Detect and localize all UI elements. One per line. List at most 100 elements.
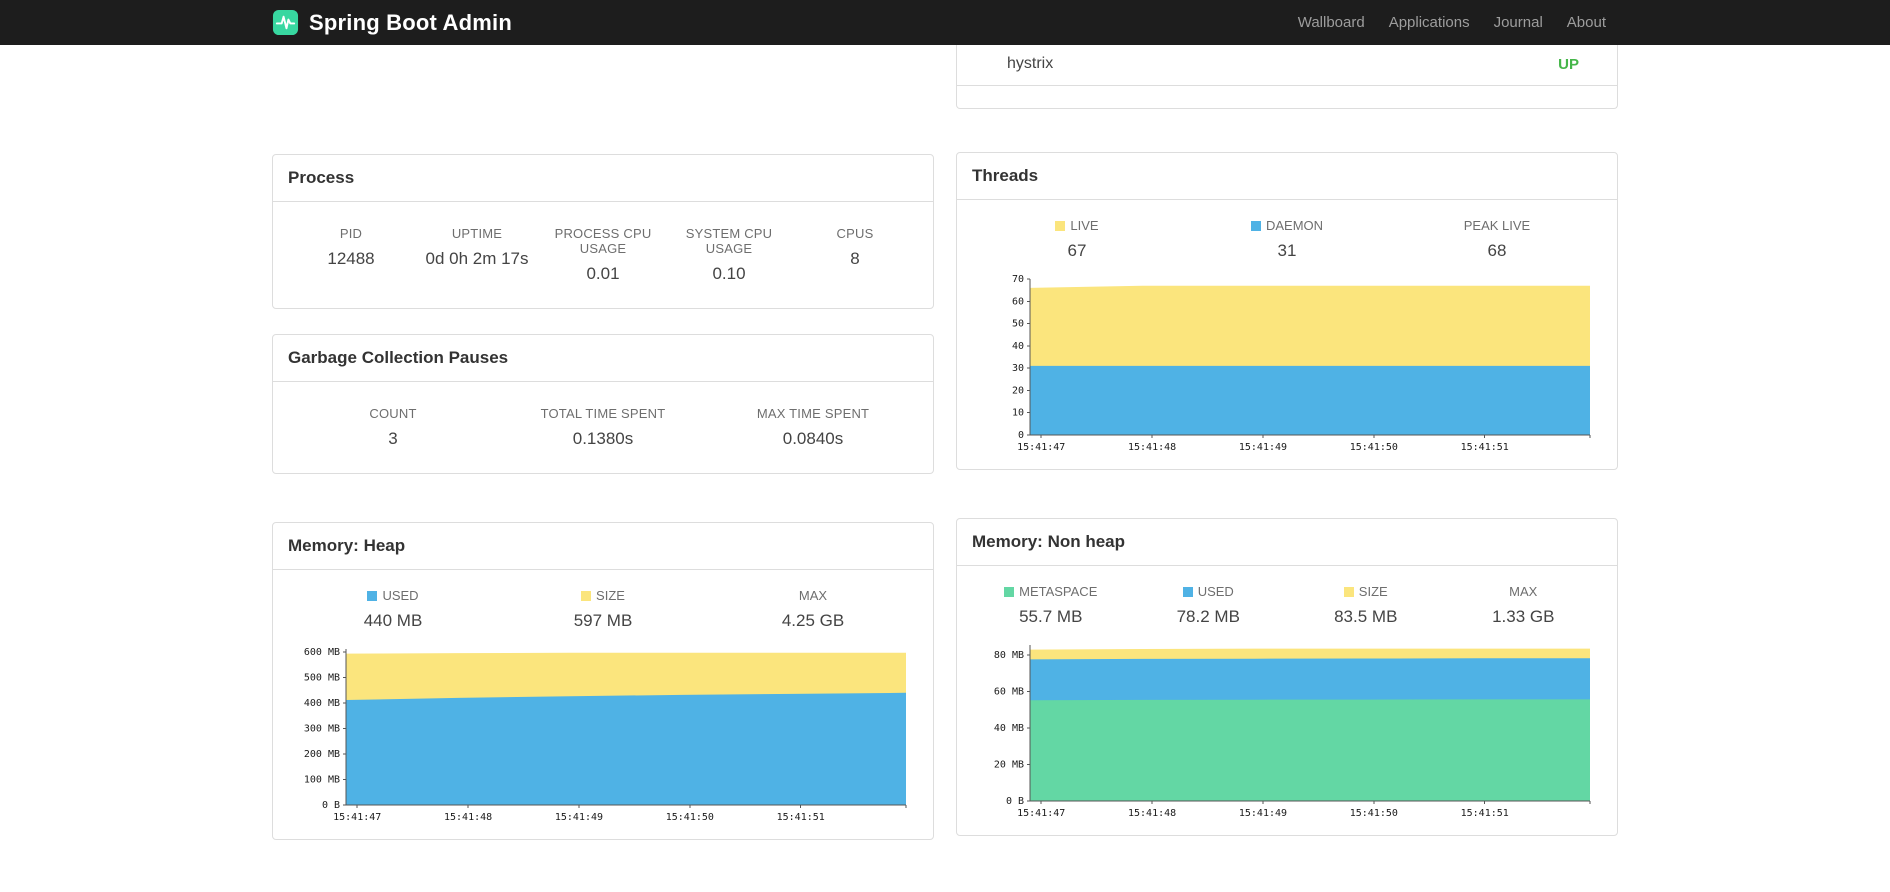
chart-y-tick-label: 0 B	[1006, 796, 1024, 807]
legend-value: 67	[1067, 241, 1087, 260]
nav-link-applications[interactable]: Applications	[1377, 14, 1482, 31]
chart-x-tick-label: 15:41:51	[1461, 808, 1509, 819]
legend-swatch-icon	[1055, 221, 1066, 231]
chart-y-tick-label: 40	[1012, 341, 1024, 352]
legend-used: USED 440 MB	[288, 588, 498, 631]
memory-nonheap-panel: Memory: Non heap METASPACE 55.7 MB USED 78.…	[956, 518, 1618, 836]
nav-link-wallboard[interactable]: Wallboard	[1286, 14, 1377, 31]
process-panel-title: Process	[273, 155, 933, 202]
stat-label: TOTAL TIME SPENT	[540, 406, 666, 421]
stat-uptime: UPTIME 0d 0h 2m 17s	[414, 226, 540, 284]
chart-x-tick-label: 15:41:47	[1017, 442, 1065, 453]
chart-y-tick-label: 60	[1012, 296, 1024, 307]
legend-swatch-icon	[367, 591, 378, 601]
chart-x-tick-label: 15:41:47	[1017, 808, 1065, 819]
chart-x-tick-label: 15:41:51	[1461, 442, 1509, 453]
gc-stats: COUNT 3 TOTAL TIME SPENT 0.1380s MAX TIME SP…	[273, 382, 933, 473]
legend-label: MAX	[1509, 584, 1538, 599]
chart-x-tick-label: 15:41:50	[1350, 808, 1398, 819]
legend-value: 31	[1277, 241, 1297, 260]
stat-label: PID	[339, 226, 363, 241]
memory-heap-legend: USED 440 MB SIZE 597 MB MAX 4.25 GB	[288, 588, 918, 631]
stat-cpus: CPUS 8	[792, 226, 918, 284]
chart-y-tick-label: 0 B	[322, 800, 340, 811]
gc-pauses-panel: Garbage Collection Pauses COUNT 3 TOTAL TI…	[272, 334, 934, 474]
navbar: Spring Boot Admin Wallboard Applications J…	[0, 0, 1890, 45]
stat-label: UPTIME	[451, 226, 503, 241]
threads-body: LIVE 67 DAEMON 31 PEAK LIVE 68 0 10 20 30 40 50 60 7…	[957, 200, 1617, 469]
stat-label: MAX TIME SPENT	[756, 406, 870, 421]
health-item-name: hystrix	[1007, 55, 1054, 72]
chart-y-tick-label: 100 MB	[304, 775, 340, 786]
chart-area-metaspace	[1030, 699, 1590, 801]
stat-value: 0d 0h 2m 17s	[425, 249, 529, 268]
legend-value: 78.2 MB	[1176, 607, 1240, 626]
navbar-inner: Spring Boot Admin Wallboard Applications J…	[257, 0, 1633, 45]
stat-label: COUNT	[369, 406, 417, 421]
stat-value: 12488	[327, 249, 375, 268]
legend-label: USED	[288, 588, 498, 603]
legend-size: SIZE 83.5 MB	[1287, 584, 1445, 627]
stat-max-time-spent: MAX TIME SPENT 0.0840s	[708, 406, 918, 449]
chart-y-tick-label: 10	[1012, 408, 1024, 419]
memory-nonheap-body: METASPACE 55.7 MB USED 78.2 MB SIZE 83.5 MB MA…	[957, 566, 1617, 835]
memory-heap-body: USED 440 MB SIZE 597 MB MAX 4.25 GB 0 B 100 MB…	[273, 570, 933, 839]
chart-x-tick-label: 15:41:48	[1128, 808, 1176, 819]
stat-label: SYSTEM CPU USAGE	[685, 226, 773, 256]
legend-swatch-icon	[1004, 587, 1015, 597]
chart-y-tick-label: 70	[1012, 274, 1024, 285]
legend-value: 55.7 MB	[1019, 607, 1083, 626]
legend-used: USED 78.2 MB	[1130, 584, 1288, 627]
memory-heap-chart: 0 B 100 MB 200 MB 300 MB 400 MB 500 MB 600 MB 1…	[304, 647, 907, 823]
status-badge: UP	[1558, 55, 1579, 73]
chart-y-tick-label: 30	[1012, 363, 1024, 374]
chart-y-tick-label: 80 MB	[994, 650, 1024, 661]
chart-y-tick-label: 600 MB	[304, 647, 340, 658]
brand-title: Spring Boot Admin	[309, 9, 513, 35]
gc-panel-title: Garbage Collection Pauses	[273, 335, 933, 382]
chart-y-tick-label: 0	[1018, 430, 1024, 441]
chart-y-tick-label: 20	[1012, 385, 1024, 396]
spring-boot-admin-logo-icon	[272, 9, 299, 36]
memory-nonheap-legend: METASPACE 55.7 MB USED 78.2 MB SIZE 83.5 MB MA…	[972, 584, 1602, 627]
process-stats: PID 12488 UPTIME 0d 0h 2m 17s PROCESS CPU US…	[273, 202, 933, 308]
memory-heap-panel-title: Memory: Heap	[273, 523, 933, 570]
nav-link-journal[interactable]: Journal	[1482, 14, 1555, 31]
legend-value: 1.33 GB	[1492, 607, 1555, 626]
chart-x-tick-label: 15:41:47	[333, 812, 381, 823]
stat-value: 0.1380s	[572, 429, 634, 448]
legend-max: MAX 1.33 GB	[1445, 584, 1603, 627]
legend-daemon: DAEMON 31	[1182, 218, 1392, 261]
nav-links: Wallboard Applications Journal About	[1286, 14, 1618, 31]
health-row: hystrix UP	[957, 45, 1617, 86]
memory-nonheap-chart: 0 B 20 MB 40 MB 60 MB 80 MB 15:41:47 15:41:48 1…	[994, 645, 1591, 819]
legend-value: 83.5 MB	[1334, 607, 1398, 626]
chart-area-used	[346, 692, 906, 805]
legend-size: SIZE 597 MB	[498, 588, 708, 631]
legend-value: 68	[1487, 241, 1507, 260]
threads-panel: Threads LIVE 67 DAEMON 31 PEAK LIVE 68 0 10 20 3…	[956, 152, 1618, 470]
page: Spring Boot Admin Wallboard Applications J…	[0, 0, 1890, 892]
legend-swatch-icon	[1250, 221, 1261, 231]
legend-value: 440 MB	[363, 611, 423, 630]
chart-x-tick-label: 15:41:49	[1239, 808, 1287, 819]
legend-peak-live: PEAK LIVE 68	[1392, 218, 1602, 261]
legend-value: 597 MB	[573, 611, 633, 630]
chart-x-tick-label: 15:41:49	[555, 812, 603, 823]
chart-x-tick-label: 15:41:51	[777, 812, 825, 823]
stat-count: COUNT 3	[288, 406, 498, 449]
legend-live: LIVE 67	[972, 218, 1182, 261]
brand-link[interactable]: Spring Boot Admin	[272, 9, 512, 36]
right-column: hystrix UP Threads LIVE 67 DAEMON 31 PEAK LI…	[956, 45, 1618, 836]
nav-link-about[interactable]: About	[1555, 14, 1618, 31]
legend-label: DAEMON	[1182, 218, 1392, 233]
legend-label: SIZE	[498, 588, 708, 603]
chart-y-tick-label: 40 MB	[994, 723, 1024, 734]
chart-y-tick-label: 50	[1012, 319, 1024, 330]
memory-nonheap-panel-title: Memory: Non heap	[957, 519, 1617, 566]
legend-swatch-icon	[1343, 587, 1354, 597]
legend-max: MAX 4.25 GB	[708, 588, 918, 631]
legend-swatch-icon	[581, 591, 592, 601]
threads-legend: LIVE 67 DAEMON 31 PEAK LIVE 68	[972, 218, 1602, 261]
chart-y-tick-label: 300 MB	[304, 724, 340, 735]
